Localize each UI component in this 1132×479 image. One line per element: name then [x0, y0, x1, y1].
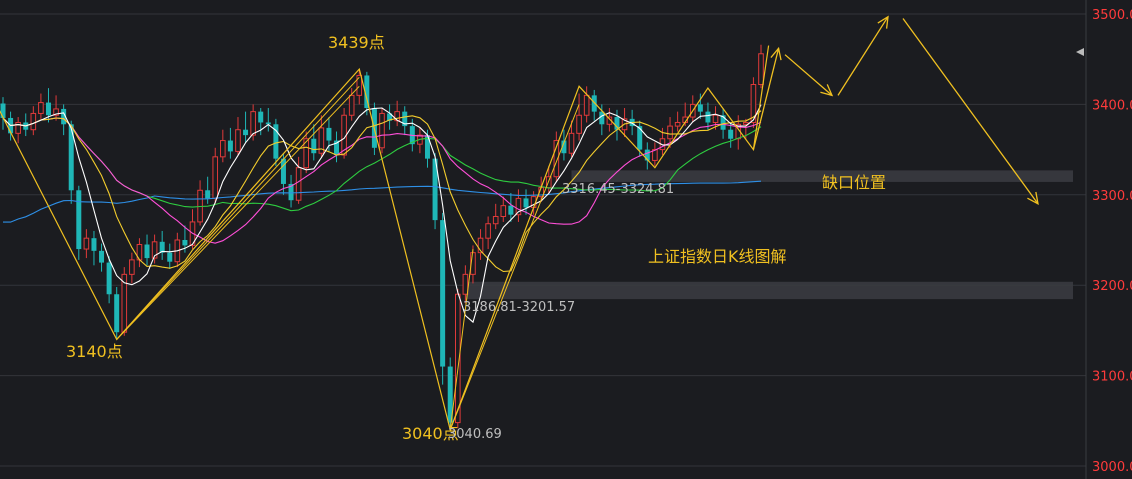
gap-lower-band [465, 281, 1073, 300]
candle-body [220, 140, 226, 158]
candle-body [38, 102, 44, 114]
candle-body [728, 129, 734, 139]
candle-body [348, 94, 355, 116]
candle-body [326, 127, 332, 141]
candle-body [106, 262, 112, 295]
candle-body [576, 114, 582, 134]
candle-body [705, 111, 711, 123]
candle-body [45, 102, 51, 116]
candle-body [583, 94, 590, 116]
candle-body [743, 121, 749, 125]
candle-body [280, 158, 286, 184]
candle-body [114, 294, 120, 333]
ytick-label: 3200.00 [1092, 279, 1132, 294]
candle-body [295, 167, 302, 201]
ytick-label: 3300.00 [1092, 189, 1132, 204]
candle-body [144, 244, 150, 259]
candle-body [508, 205, 514, 215]
candle-body [0, 103, 6, 118]
candle-body [99, 250, 105, 263]
ytick-label: 3100.00 [1092, 370, 1132, 385]
candle-body [129, 259, 135, 275]
candle-body [227, 140, 233, 152]
label-high-3439: 3439点 [328, 33, 385, 52]
candle-body [182, 240, 188, 246]
candle-body [243, 129, 249, 136]
candle-body [311, 138, 317, 154]
label-gap-position: 缺口位置 [822, 173, 886, 192]
label-low-3140: 3140点 [66, 342, 123, 361]
ytick-label: 3500.00 [1092, 8, 1132, 23]
candle-body [30, 112, 37, 131]
candle-body [462, 273, 469, 295]
candle-body [167, 252, 173, 262]
candle-body [667, 125, 673, 140]
candle-body [523, 198, 529, 208]
candle-body [591, 95, 597, 112]
chart-title: 上证指数日K线图解 [648, 247, 787, 266]
candle-body [712, 114, 719, 123]
candle-body [235, 129, 241, 152]
chart-background [0, 0, 1132, 479]
candle-body [492, 215, 499, 225]
candle-body [83, 237, 90, 250]
label-gap-upper: 3316.45-3324.81 [562, 182, 674, 197]
candle-body [697, 104, 703, 112]
label-low-value: 3040.69 [448, 427, 502, 442]
candle-body [440, 220, 446, 367]
candle-body [212, 156, 219, 199]
candle-body [91, 238, 97, 251]
candle-body [568, 132, 575, 154]
candle-body [674, 121, 681, 127]
candle-body [485, 223, 491, 239]
candle-body [500, 205, 507, 217]
kline-chart: 3439点 3140点 3040点 3040.69 3316.45-3324.8… [0, 0, 1132, 479]
ytick-label: 3000.00 [1092, 460, 1132, 475]
candle-body [76, 190, 82, 250]
candle-body [258, 111, 264, 123]
candle-body [379, 112, 385, 149]
candle-body [250, 111, 256, 136]
candle-body [758, 53, 764, 86]
ytick-label: 3400.00 [1092, 98, 1132, 113]
label-gap-lower: 3186.81-3201.57 [463, 300, 575, 315]
candle-body [205, 190, 211, 199]
